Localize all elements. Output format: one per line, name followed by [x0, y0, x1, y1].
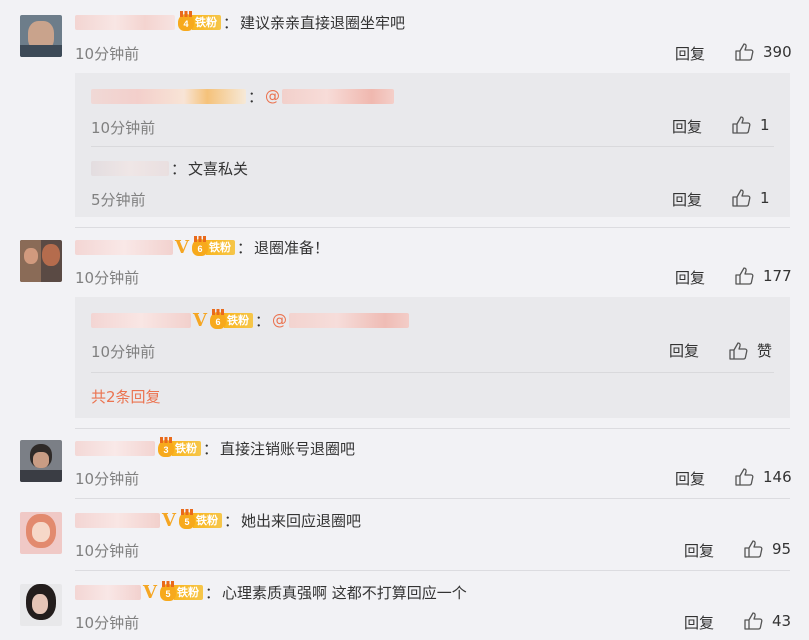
avatar[interactable] — [20, 15, 62, 57]
thumbs-up-icon — [735, 468, 754, 486]
mention-name[interactable] — [282, 88, 395, 104]
comment-time: 10分钟前 — [75, 614, 140, 632]
avatar[interactable] — [20, 240, 62, 282]
reply-button[interactable]: 回复 — [675, 468, 705, 489]
comment-text: 退圈准备！ — [253, 238, 329, 257]
username[interactable] — [75, 239, 173, 255]
like-count: 146 — [763, 468, 792, 486]
thumbs-up-icon — [735, 43, 754, 61]
thumbs-up-icon — [729, 341, 748, 360]
like-button[interactable]: 177 — [735, 267, 792, 285]
reply-button[interactable]: 回复 — [684, 540, 714, 561]
thumbs-up-icon — [735, 267, 754, 285]
comment-time: 10分钟前 — [75, 542, 140, 560]
like-count: 43 — [772, 612, 792, 630]
username[interactable] — [75, 440, 155, 456]
username[interactable] — [91, 312, 191, 328]
reply-time: 10分钟前 — [91, 343, 156, 361]
mention-link[interactable]: @ — [265, 87, 280, 105]
like-button[interactable]: 赞 — [729, 340, 772, 361]
fan-badge: 4 铁粉 — [178, 10, 221, 31]
reply-button[interactable]: 回复 — [675, 43, 705, 64]
reply-button[interactable]: 回复 — [675, 267, 705, 288]
like-button[interactable]: 95 — [744, 540, 791, 558]
username[interactable] — [91, 160, 169, 176]
like-count: 1 — [760, 116, 770, 134]
like-count: 95 — [772, 540, 792, 558]
thumbs-up-icon — [732, 116, 751, 134]
username[interactable] — [75, 584, 141, 600]
divider — [75, 227, 790, 228]
reply-box: ： @ 10分钟前 回复 1 ： 文喜私关 5分钟前 回复 1 — [75, 73, 790, 217]
more-replies-link[interactable]: 共2条回复 — [91, 386, 161, 407]
like-count: 1 — [760, 189, 770, 207]
reply-button[interactable]: 回复 — [669, 340, 699, 361]
verified-icon: V — [143, 581, 157, 603]
username[interactable] — [75, 512, 160, 528]
reply-time: 5分钟前 — [91, 191, 146, 209]
comment-text: 直接注销账号退圈吧 — [220, 439, 356, 458]
divider — [91, 372, 774, 373]
reply-box: V 6 铁粉 ： @ 10分钟前 回复 赞 共2条回复 — [75, 297, 790, 418]
verified-icon: V — [193, 309, 207, 331]
like-button[interactable]: 390 — [735, 43, 792, 61]
reply-button[interactable]: 回复 — [672, 116, 702, 137]
comment-time: 10分钟前 — [75, 470, 140, 488]
comment-text: 建议亲亲直接退圈坐牢吧 — [240, 13, 406, 32]
mention-name[interactable] — [288, 312, 409, 328]
fan-badge: 6 铁粉 — [209, 308, 253, 329]
reply-button[interactable]: 回复 — [672, 189, 702, 210]
like-label: 赞 — [757, 342, 773, 360]
username[interactable] — [91, 88, 246, 104]
divider — [75, 498, 790, 499]
reply-button[interactable]: 回复 — [684, 612, 714, 633]
avatar[interactable] — [20, 584, 62, 626]
like-button[interactable]: 43 — [744, 612, 791, 630]
fan-badge: 6 铁粉 — [191, 235, 235, 256]
comment-time: 10分钟前 — [75, 45, 140, 63]
avatar[interactable] — [20, 512, 62, 554]
reply-text: 文喜私关 — [188, 159, 249, 178]
username[interactable] — [75, 14, 175, 30]
verified-icon: V — [162, 509, 176, 531]
like-button[interactable]: 1 — [732, 189, 770, 207]
verified-icon: V — [175, 236, 189, 258]
fan-badge: 3 铁粉 — [158, 436, 201, 457]
fan-badge: 5 铁粉 — [178, 508, 222, 529]
fan-badge: 5 铁粉 — [159, 580, 203, 601]
like-count: 390 — [763, 43, 792, 61]
divider — [91, 146, 774, 147]
avatar[interactable] — [20, 440, 62, 482]
comment-text: 她出来回应退圈吧 — [240, 511, 361, 530]
like-button[interactable]: 146 — [735, 468, 792, 486]
like-button[interactable]: 1 — [732, 116, 770, 134]
divider — [75, 570, 790, 571]
reply-time: 10分钟前 — [91, 119, 156, 137]
thumbs-up-icon — [732, 189, 751, 207]
comment-text: 心理素质真强啊 这都不打算回应一个 — [221, 583, 467, 602]
mention-link[interactable]: @ — [272, 311, 287, 329]
thumbs-up-icon — [744, 540, 763, 558]
comment-time: 10分钟前 — [75, 269, 140, 287]
thumbs-up-icon — [744, 612, 763, 630]
divider — [75, 428, 790, 429]
like-count: 177 — [763, 267, 792, 285]
